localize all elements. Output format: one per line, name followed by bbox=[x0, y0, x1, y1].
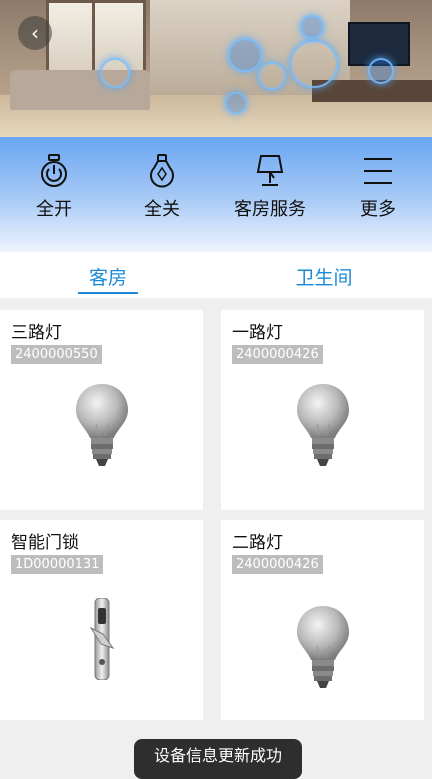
toast-message: 设备信息更新成功 bbox=[134, 739, 302, 779]
bulb-power-icon bbox=[36, 153, 72, 189]
device-name: 二路灯 bbox=[232, 533, 283, 553]
iot-glow-circle bbox=[225, 92, 247, 114]
device-card-smart-lock[interactable]: 智能门锁 1D00000131 bbox=[0, 520, 203, 720]
device-name: 一路灯 bbox=[232, 323, 283, 343]
iot-glow-circle bbox=[228, 38, 262, 72]
room-service-button[interactable]: 客房服务 bbox=[216, 137, 324, 252]
device-code-badge: 1D00000131 bbox=[11, 555, 104, 574]
all-off-button[interactable]: 全关 bbox=[108, 137, 216, 252]
quick-action-bar: 全开 全关 客房服务 更多 bbox=[0, 137, 432, 252]
banner-cabinet bbox=[312, 80, 432, 102]
iot-glow-circle bbox=[290, 40, 338, 88]
chevron-left-icon: ‹ bbox=[31, 21, 39, 45]
menu-icon bbox=[360, 153, 396, 189]
all-on-label: 全开 bbox=[36, 199, 72, 220]
more-label: 更多 bbox=[360, 199, 396, 220]
device-code-badge: 2400000426 bbox=[232, 345, 323, 364]
device-card-one-way-light[interactable]: 一路灯 2400000426 bbox=[221, 310, 424, 510]
device-code-badge: 2400000426 bbox=[232, 555, 323, 574]
iot-glow-circle bbox=[258, 62, 286, 90]
room-banner-image: ‹ bbox=[0, 0, 432, 137]
light-bulb-icon bbox=[296, 384, 349, 466]
device-card-three-way-light[interactable]: 三路灯 2400000550 bbox=[0, 310, 203, 510]
room-service-label: 客房服务 bbox=[234, 199, 306, 220]
device-card-two-way-light[interactable]: 二路灯 2400000426 bbox=[221, 520, 424, 720]
device-name: 智能门锁 bbox=[11, 533, 79, 553]
lamp-icon bbox=[252, 153, 288, 189]
device-name: 三路灯 bbox=[11, 323, 62, 343]
iot-glow-circle bbox=[100, 58, 130, 88]
device-code-badge: 2400000550 bbox=[11, 345, 102, 364]
iot-glow-circle bbox=[368, 58, 394, 84]
all-off-label: 全关 bbox=[144, 199, 180, 220]
tab-guest-room[interactable]: 客房 bbox=[0, 252, 216, 298]
tab-bathroom[interactable]: 卫生间 bbox=[216, 252, 432, 298]
door-lock-icon bbox=[89, 598, 114, 680]
more-button[interactable]: 更多 bbox=[324, 137, 432, 252]
iot-glow-circle bbox=[300, 15, 324, 39]
all-on-button[interactable]: 全开 bbox=[0, 137, 108, 252]
back-button[interactable]: ‹ bbox=[18, 16, 52, 50]
light-bulb-icon bbox=[296, 606, 349, 688]
bulb-off-icon bbox=[144, 153, 180, 189]
light-bulb-icon bbox=[75, 384, 128, 466]
room-tabs: 客房 卫生间 bbox=[0, 252, 432, 298]
